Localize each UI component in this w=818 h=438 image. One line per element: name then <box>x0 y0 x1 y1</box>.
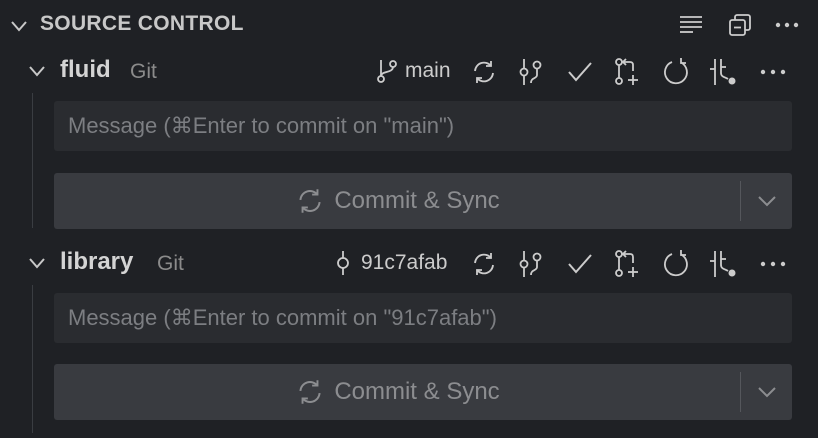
commit-button-label: Commit & Sync <box>334 187 500 214</box>
repository-row[interactable]: library Git 91c7afab <box>0 241 818 285</box>
branch-picker[interactable]: main <box>375 56 451 86</box>
button-divider <box>740 181 741 221</box>
source-control-header[interactable]: SOURCE CONTROL <box>0 0 818 48</box>
graph-icon[interactable] <box>516 57 546 87</box>
commit-and-sync-button[interactable]: Commit & Sync <box>54 364 792 420</box>
tree-indent-guide <box>32 93 33 228</box>
repository-name: fluid <box>60 56 111 83</box>
commit-options-dropdown[interactable] <box>742 173 792 229</box>
more-actions-icon[interactable] <box>774 12 800 38</box>
git-commit-icon <box>331 250 355 276</box>
panel-title: SOURCE CONTROL <box>40 12 244 35</box>
commit-message-input-container[interactable] <box>54 293 792 343</box>
branch-picker[interactable]: 91c7afab <box>331 248 447 278</box>
commit-message-input-container[interactable] <box>54 101 792 151</box>
commit-message-input[interactable] <box>54 101 792 151</box>
chevron-down-icon <box>758 387 776 398</box>
git-branch-icon <box>375 58 399 84</box>
repository-name: library <box>60 248 134 275</box>
sync-icon <box>294 376 326 408</box>
commit-options-dropdown[interactable] <box>742 364 792 420</box>
refresh-icon[interactable] <box>661 249 691 279</box>
sync-icon <box>294 185 326 217</box>
commit-and-sync-button[interactable]: Commit & Sync <box>54 173 792 229</box>
more-actions-icon[interactable] <box>758 249 788 279</box>
check-icon[interactable] <box>565 57 595 87</box>
commit-message-input[interactable] <box>54 293 792 343</box>
chevron-down-icon[interactable] <box>26 60 48 82</box>
chevron-down-icon <box>758 196 776 207</box>
branch-actions-icon[interactable] <box>708 249 738 279</box>
branch-label: 91c7afab <box>361 251 448 274</box>
more-actions-icon[interactable] <box>758 57 788 87</box>
list-view-icon[interactable] <box>678 12 704 38</box>
create-pull-request-icon[interactable] <box>613 249 643 279</box>
commit-and-sync-main[interactable]: Commit & Sync <box>54 364 740 420</box>
commit-and-sync-main[interactable]: Commit & Sync <box>54 173 740 229</box>
chevron-down-icon[interactable] <box>26 252 48 274</box>
collapse-all-icon[interactable] <box>727 12 753 38</box>
refresh-icon[interactable] <box>661 57 691 87</box>
create-pull-request-icon[interactable] <box>613 57 643 87</box>
commit-button-label: Commit & Sync <box>334 378 500 405</box>
repository-provider: Git <box>157 252 184 275</box>
chevron-down-icon[interactable] <box>8 15 30 37</box>
sync-icon[interactable] <box>469 57 499 87</box>
branch-label: main <box>405 59 451 82</box>
button-divider <box>740 372 741 412</box>
repository-row[interactable]: fluid Git main <box>0 49 818 93</box>
graph-icon[interactable] <box>516 249 546 279</box>
branch-actions-icon[interactable] <box>708 57 738 87</box>
tree-indent-guide <box>32 285 33 433</box>
check-icon[interactable] <box>565 249 595 279</box>
repository-provider: Git <box>130 60 157 83</box>
sync-icon[interactable] <box>469 249 499 279</box>
